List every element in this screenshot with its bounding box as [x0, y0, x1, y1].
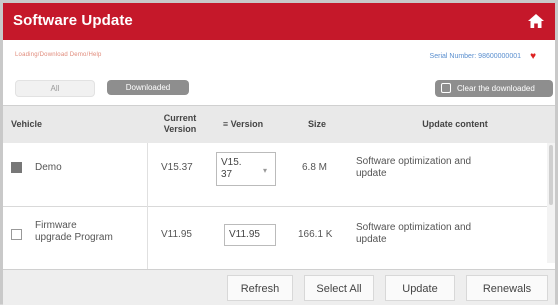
header-version: ≡ Version: [213, 119, 273, 130]
table-header: Vehicle Current Version ≡ Version Size U…: [3, 105, 555, 145]
vehicle-name: Firmware upgrade Program: [35, 220, 113, 244]
serial-number: Serial Number: 98600000001: [429, 53, 521, 60]
title-bar: Software Update: [3, 3, 555, 40]
update-content-line1: Software optimization and: [356, 156, 472, 167]
dropdown-icon: ▾: [263, 166, 268, 175]
page-title: Software Update: [13, 12, 133, 29]
renewals-button[interactable]: Renewals: [466, 275, 548, 301]
header-version-label: Version: [230, 119, 264, 129]
tab-downloaded[interactable]: Downloaded: [107, 80, 189, 95]
header-size: Size: [307, 119, 326, 129]
clear-downloaded-label: Clear the downloaded: [457, 84, 535, 93]
current-version: V15.37: [161, 162, 193, 173]
version-value: V11.95: [229, 229, 260, 240]
vehicle-name-line2: upgrade Program: [35, 232, 113, 243]
version-select[interactable]: V15. 37 ▾: [216, 152, 276, 186]
column-divider: [147, 143, 148, 269]
header-vehicle: Vehicle: [11, 119, 43, 129]
header-current-version: Current Version: [161, 113, 199, 135]
update-content: Software optimization and update: [356, 156, 536, 180]
software-update-window: Software Update Loading/Download Demo/He…: [0, 0, 558, 305]
current-version: V11.95: [161, 229, 192, 240]
scrollbar[interactable]: [547, 143, 555, 263]
table-row[interactable]: Demo V15.37 V15. 37 ▾ 6.8 M Software opt…: [3, 143, 547, 207]
header-current-version-line1: Current: [163, 113, 197, 123]
size: 166.1 K: [298, 229, 333, 240]
hint-text: Loading/Download Demo/Help: [15, 52, 102, 58]
update-button[interactable]: Update: [385, 275, 455, 301]
update-content-line2: update: [356, 234, 387, 245]
row-checkbox[interactable]: [11, 229, 22, 240]
home-icon[interactable]: [526, 11, 546, 31]
clear-downloaded-button[interactable]: Clear the downloaded: [435, 80, 553, 97]
size: 6.8 M: [302, 162, 328, 173]
clear-icon: [441, 83, 451, 93]
update-content: Software optimization and update: [356, 222, 536, 246]
tab-all[interactable]: All: [15, 80, 95, 97]
select-all-button[interactable]: Select All: [304, 275, 374, 301]
vehicle-name: Demo: [35, 162, 62, 173]
header-current-version-line2: Version: [163, 124, 197, 134]
sort-icon: ≡: [222, 119, 229, 129]
version-field[interactable]: V11.95: [224, 224, 276, 246]
vehicle-name-line1: Firmware: [35, 220, 77, 231]
scrollbar-thumb[interactable]: [549, 145, 553, 205]
row-checkbox[interactable]: [11, 162, 22, 173]
refresh-button[interactable]: Refresh: [227, 275, 293, 301]
heart-icon: ♥: [530, 51, 536, 62]
header-update-content: Update content: [422, 119, 488, 129]
update-content-line2: update: [356, 168, 387, 179]
table-row[interactable]: Firmware upgrade Program V11.95 V11.95 1…: [3, 207, 547, 269]
update-content-line1: Software optimization and: [356, 222, 472, 233]
